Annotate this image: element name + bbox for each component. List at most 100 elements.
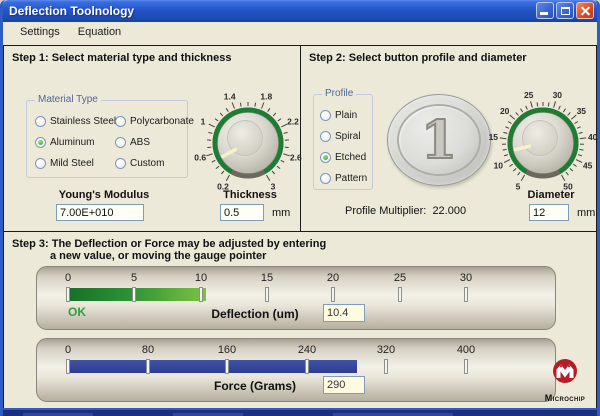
gauge-tick-label: 160 <box>207 344 247 356</box>
radio-label: Mild Steel <box>50 158 94 169</box>
force-gauge[interactable]: 080160240320400Force (Grams) <box>36 338 556 402</box>
step2-panel: Step 2: Select button profile and diamet… <box>301 46 596 231</box>
profile-multiplier-label: Profile Multiplier: <box>345 205 426 217</box>
material-type-group: Material Type Stainless SteelAluminumMil… <box>26 100 188 178</box>
minimize-icon <box>540 12 548 15</box>
gauge-tick <box>265 287 269 302</box>
gauge-tick-label: 15 <box>247 272 287 284</box>
material-type-caption: Material Type <box>35 94 101 105</box>
svg-text:45: 45 <box>583 160 593 170</box>
brand-name: Microchip <box>533 393 597 403</box>
radio-custom[interactable]: Custom <box>115 153 194 174</box>
gauge-tick-label: 5 <box>114 272 154 284</box>
force-value-input[interactable] <box>323 376 365 394</box>
gauge-tick <box>66 359 70 374</box>
radio-label: Polycarbonate <box>130 116 194 127</box>
gauge-tick-label: 20 <box>313 272 353 284</box>
menu-settings[interactable]: Settings <box>11 24 69 40</box>
thickness-label: Thickness <box>200 189 300 201</box>
radio-pattern[interactable]: Pattern <box>320 168 372 189</box>
radio-spiral[interactable]: Spiral <box>320 126 372 147</box>
menu-bar: Settings Equation <box>3 22 597 42</box>
radio-icon <box>35 116 46 127</box>
titlebar[interactable]: Deflection Toolnology <box>3 0 597 22</box>
deflection-gauge-bar[interactable] <box>68 288 206 301</box>
minimize-button[interactable] <box>536 2 554 19</box>
svg-text:35: 35 <box>577 106 587 116</box>
gauge-tick <box>464 359 468 374</box>
radio-label: Spiral <box>335 131 361 142</box>
close-button[interactable] <box>576 2 594 19</box>
radio-polycarbonate[interactable]: Polycarbonate <box>115 111 194 132</box>
radio-icon <box>115 158 126 169</box>
svg-text:0.6: 0.6 <box>194 153 206 163</box>
deflection-value-input[interactable] <box>323 304 365 322</box>
radio-label: Plain <box>335 110 357 121</box>
thickness-unit: mm <box>272 207 290 219</box>
radio-icon <box>35 158 46 169</box>
thickness-knob[interactable]: 0.20.611.41.82.22.63 <box>196 85 300 201</box>
step2-heading: Step 2: Select button profile and diamet… <box>309 52 527 64</box>
gauge-tick-label: 0 <box>48 272 88 284</box>
deflection-gauge[interactable]: 051015202530OKDeflection (um) <box>36 266 556 330</box>
radio-abs[interactable]: ABS <box>115 132 194 153</box>
window-title: Deflection Toolnology <box>3 4 134 18</box>
diameter-knob[interactable]: 5101520253035404550 <box>491 85 595 201</box>
radio-icon <box>115 116 126 127</box>
svg-text:40: 40 <box>588 132 598 142</box>
gauge-tick-label: 10 <box>181 272 221 284</box>
gauge-tick <box>305 359 309 374</box>
radio-stainless-steel[interactable]: Stainless Steel <box>35 111 115 132</box>
profile-caption: Profile <box>322 88 356 99</box>
profile-group: Profile PlainSpiralEtchedPattern <box>313 94 373 190</box>
radio-label: Pattern <box>335 173 367 184</box>
maximize-icon <box>561 7 570 15</box>
gauge-tick <box>225 359 229 374</box>
radio-icon <box>115 137 126 148</box>
svg-text:1.4: 1.4 <box>224 92 236 102</box>
radio-label: Stainless Steel <box>50 116 116 127</box>
gauge-tick-label: 30 <box>446 272 486 284</box>
gauge-tick-label: 400 <box>446 344 486 356</box>
radio-icon <box>320 173 331 184</box>
svg-text:2.2: 2.2 <box>287 116 299 126</box>
radio-label: Aluminum <box>50 137 94 148</box>
gauge-tick <box>66 287 70 302</box>
radio-icon <box>35 137 46 148</box>
diameter-input[interactable] <box>529 204 569 221</box>
radio-icon <box>320 131 331 142</box>
taskbar-strip <box>3 408 597 416</box>
svg-text:1.8: 1.8 <box>260 92 272 102</box>
profile-multiplier-value: 22.000 <box>432 205 466 217</box>
gauge-tick <box>199 287 203 302</box>
radio-mild-steel[interactable]: Mild Steel <box>35 153 115 174</box>
radio-label: Custom <box>130 158 164 169</box>
thickness-input[interactable] <box>220 204 264 221</box>
svg-text:10: 10 <box>494 160 504 170</box>
force-gauge-bar[interactable] <box>68 360 357 373</box>
radio-icon <box>320 110 331 121</box>
radio-icon <box>320 152 331 163</box>
maximize-button[interactable] <box>556 2 574 19</box>
client-area: Step 1: Select material type and thickne… <box>3 42 597 408</box>
radio-plain[interactable]: Plain <box>320 105 372 126</box>
radio-etched[interactable]: Etched <box>320 147 372 168</box>
radio-label: Etched <box>335 152 366 163</box>
svg-text:30: 30 <box>553 90 563 100</box>
diameter-unit: mm <box>577 207 595 219</box>
radio-aluminum[interactable]: Aluminum <box>35 132 115 153</box>
gauge-tick-label: 80 <box>128 344 168 356</box>
gauge-tick-label: 0 <box>48 344 88 356</box>
gauge-tick <box>398 287 402 302</box>
youngs-modulus-input[interactable] <box>56 204 144 221</box>
svg-text:25: 25 <box>524 90 534 100</box>
gauge-tick-label: 320 <box>366 344 406 356</box>
coin-numeral: 1 <box>388 95 490 185</box>
svg-text:20: 20 <box>500 106 510 116</box>
gauge-tick <box>464 287 468 302</box>
step1-heading: Step 1: Select material type and thickne… <box>12 52 231 64</box>
brand-block: Microchip <box>533 358 597 403</box>
diameter-label: Diameter <box>515 189 587 201</box>
menu-equation[interactable]: Equation <box>69 24 130 40</box>
app-window: Deflection Toolnology Settings Equation … <box>0 0 600 416</box>
